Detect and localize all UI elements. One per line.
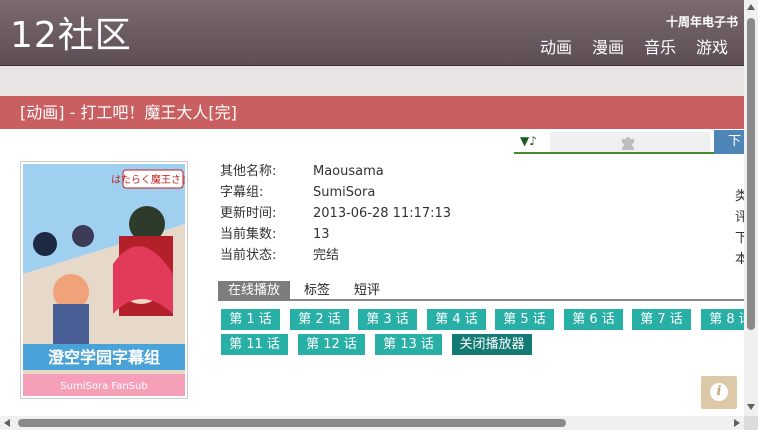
clipped-label: 类 — [735, 189, 744, 204]
vertical-scroll-thumb[interactable] — [747, 18, 755, 330]
download-button[interactable]: 下 — [714, 130, 744, 154]
episode-button[interactable]: 第 2 话 — [290, 309, 349, 330]
episode-button[interactable]: 第 5 话 — [495, 309, 554, 330]
sub-nav-bar — [0, 66, 744, 96]
nav-music[interactable]: 音乐 — [644, 37, 676, 59]
content-tabs: 在线播放 标签 短评 — [218, 281, 744, 301]
info-icon: i — [710, 383, 728, 401]
info-key: 更新时间: — [220, 206, 277, 221]
episode-button[interactable]: 第 1 话 — [221, 309, 280, 330]
clipped-label: 本 — [735, 252, 744, 267]
episode-button[interactable]: 第 11 话 — [221, 334, 288, 355]
title-bar: [动画] - 打工吧！魔王大人[完] — [0, 96, 744, 129]
main-nav: 动画 漫画 音乐 游戏 — [540, 37, 728, 59]
nav-manga[interactable]: 漫画 — [592, 37, 624, 59]
scroll-right-icon[interactable] — [734, 419, 740, 427]
site-header: 12社区 十周年电子书 动画 漫画 音乐 游戏 — [0, 0, 744, 66]
cover-footer: SumiSora FanSub — [60, 381, 147, 392]
clipped-label: 下 — [735, 231, 744, 246]
close-player-button[interactable]: 关闭播放器 — [452, 334, 532, 355]
episode-button[interactable]: 第 13 话 — [375, 334, 442, 355]
anniversary-ebook-link[interactable]: 十周年电子书 — [666, 13, 738, 30]
page-title: [动画] - 打工吧！魔王大人[完] — [20, 103, 237, 122]
puzzle-icon — [622, 137, 634, 150]
info-key: 其他名称: — [220, 164, 277, 179]
info-value: 完结 — [313, 248, 340, 263]
episode-button[interactable]: 第 7 话 — [632, 309, 691, 330]
horizontal-scrollbar[interactable] — [0, 416, 744, 430]
info-button[interactable]: i — [701, 376, 737, 409]
music-player: ▼♪ — [514, 130, 714, 154]
scroll-left-icon[interactable] — [4, 419, 10, 427]
plugin-placeholder[interactable] — [550, 132, 710, 152]
episode-button[interactable]: 第 8 话 — [701, 309, 744, 330]
episode-button[interactable]: 第 4 话 — [427, 309, 486, 330]
horizontal-scroll-thumb[interactable] — [18, 419, 566, 427]
scroll-up-icon[interactable] — [747, 4, 755, 10]
episode-button[interactable]: 第 3 话 — [358, 309, 417, 330]
episode-button[interactable]: 第 6 话 — [564, 309, 623, 330]
info-key: 当前状态: — [220, 248, 277, 263]
info-value: 2013-06-28 11:17:13 — [313, 206, 452, 221]
tab-online-play[interactable]: 在线播放 — [218, 281, 291, 301]
info-value[interactable]: SumiSora — [313, 185, 375, 201]
vertical-scrollbar[interactable] — [744, 0, 758, 416]
music-note-icon[interactable]: ▼♪ — [520, 134, 537, 148]
cover-image[interactable]: はたらく魔王さま! 澄空学园字幕组 SumiSora FanSub — [20, 161, 188, 399]
cover-banner: 澄空学园字幕组 — [48, 348, 160, 367]
info-value: Maousama — [313, 164, 384, 179]
viewport: 12社区 十周年电子书 动画 漫画 音乐 游戏 [动画] - 打工吧！魔王大人[… — [0, 0, 744, 416]
anime-cover-art: はたらく魔王さま! 澄空学园字幕组 SumiSora FanSub — [23, 164, 185, 396]
nav-anime[interactable]: 动画 — [540, 37, 572, 59]
info-key: 字幕组: — [220, 185, 264, 200]
site-logo[interactable]: 12社区 — [10, 14, 132, 58]
episode-button[interactable]: 第 12 话 — [298, 334, 365, 355]
info-key: 当前集数: — [220, 227, 277, 242]
tab-tags[interactable]: 标签 — [294, 281, 340, 301]
nav-games[interactable]: 游戏 — [696, 37, 728, 59]
clipped-label: 评 — [735, 210, 744, 225]
scroll-down-icon[interactable] — [747, 404, 755, 410]
info-value: 13 — [313, 227, 330, 242]
scrollbar-corner — [744, 416, 758, 430]
tab-short-reviews[interactable]: 短评 — [344, 281, 390, 301]
cover-badge: はたらく魔王さま! — [111, 173, 185, 186]
